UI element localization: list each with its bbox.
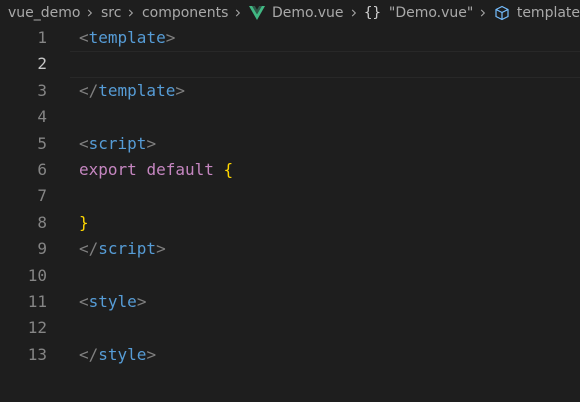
code-token-brace: } <box>79 212 89 232</box>
chevron-right-icon <box>481 8 486 17</box>
breadcrumb-label: src <box>100 4 122 21</box>
code-line[interactable]: 7 <box>0 183 580 209</box>
line-number: 2 <box>37 54 47 74</box>
breadcrumb-label: vue_demo <box>8 4 81 21</box>
line-number: 11 <box>27 291 47 311</box>
line-number: 4 <box>37 107 47 127</box>
code-line[interactable]: 13 </style> <box>0 342 580 368</box>
line-content: </script> <box>79 236 166 262</box>
line-number: 8 <box>37 212 47 232</box>
line-number: 7 <box>37 186 47 206</box>
code-token-punct: > <box>136 291 147 311</box>
code-token-punct: </ <box>79 344 99 364</box>
line-content: </style> <box>79 342 156 368</box>
line-number: 6 <box>37 159 47 179</box>
code-token-punct: > <box>156 239 166 259</box>
code-token-punct: > <box>146 344 157 364</box>
code-token-tag: template <box>98 80 176 100</box>
breadcrumb-item-vue-demo[interactable]: vue_demo <box>8 5 80 21</box>
code-token-tag: style <box>98 344 147 364</box>
breadcrumb-item-demo-vue[interactable]: Demo.vue <box>248 4 344 21</box>
line-number: 9 <box>37 239 47 259</box>
breadcrumb-item-template[interactable]: template <box>494 5 580 21</box>
line-number: 13 <box>27 344 47 364</box>
code-line[interactable]: 8} <box>0 210 580 236</box>
breadcrumb-label: "Demo.vue" <box>388 4 474 21</box>
chevron-right-icon <box>129 8 134 17</box>
code-token-tag: script <box>88 133 147 153</box>
line-content: <template> <box>79 25 175 51</box>
line-content: <style> <box>79 289 146 315</box>
code-token-punct: </ <box>79 239 99 259</box>
line-content: export default { <box>79 157 233 183</box>
code-token-kw: export <box>79 159 137 179</box>
line-content: <script> <box>79 131 156 157</box>
code-token-punct: > <box>146 133 157 153</box>
code-token-kw: default <box>146 159 214 179</box>
breadcrumb-label: components <box>141 4 229 21</box>
code-line[interactable]: 5 <script> <box>0 131 580 157</box>
breadcrumb: vue_demo src components Demo.vue {} "Dem… <box>0 0 580 25</box>
code-line[interactable]: 2 <box>0 51 580 78</box>
code-token-brace: { <box>223 159 234 179</box>
line-number: 5 <box>37 133 47 153</box>
code-token-punct: < <box>79 133 89 153</box>
braces-icon: {} <box>364 4 381 21</box>
breadcrumb-item-demo-vue-object[interactable]: {} "Demo.vue" <box>364 5 473 21</box>
code-token-punct: > <box>165 28 176 47</box>
code-line[interactable]: 3 </template> <box>0 78 580 104</box>
code-token-tag: script <box>98 239 157 259</box>
code-area[interactable]: 1 <template> 2 3 </template> 4 5 <script> 6 expor… <box>0 25 580 368</box>
line-number: 12 <box>27 318 47 338</box>
code-token-punct: </ <box>79 80 99 100</box>
line-number: 1 <box>37 28 47 47</box>
chevron-right-icon <box>351 8 356 17</box>
code-editor[interactable]: vue_demo src components Demo.vue {} "Dem… <box>0 0 580 402</box>
code-line[interactable]: 1 <template> <box>0 25 580 51</box>
code-token-punct: < <box>79 28 89 47</box>
code-token-tag: style <box>88 291 137 311</box>
code-line[interactable]: 11 <style> <box>0 289 580 315</box>
code-line[interactable]: 12 <box>0 315 580 341</box>
line-number: 10 <box>27 265 47 285</box>
breadcrumb-label: template <box>516 4 580 21</box>
chevron-right-icon <box>88 8 93 17</box>
breadcrumb-item-components[interactable]: components <box>142 5 229 21</box>
code-token-tag: template <box>88 28 166 47</box>
current-line-highlight <box>70 51 580 78</box>
chevron-right-icon <box>236 8 241 17</box>
line-number: 3 <box>37 80 47 100</box>
line-content: } <box>79 210 89 236</box>
code-line[interactable]: 9 </script> <box>0 236 580 262</box>
code-token-punct: > <box>175 80 185 100</box>
code-line[interactable]: 10 <box>0 263 580 289</box>
breadcrumb-label: Demo.vue <box>271 4 344 21</box>
code-line[interactable]: 4 <box>0 104 580 130</box>
vue-logo-icon <box>248 5 265 20</box>
code-token-punct: < <box>79 291 89 311</box>
breadcrumb-item-src[interactable]: src <box>101 5 121 21</box>
line-content: </template> <box>79 78 185 104</box>
cube-icon <box>495 5 509 20</box>
code-line[interactable]: 6 export default { <box>0 157 580 183</box>
